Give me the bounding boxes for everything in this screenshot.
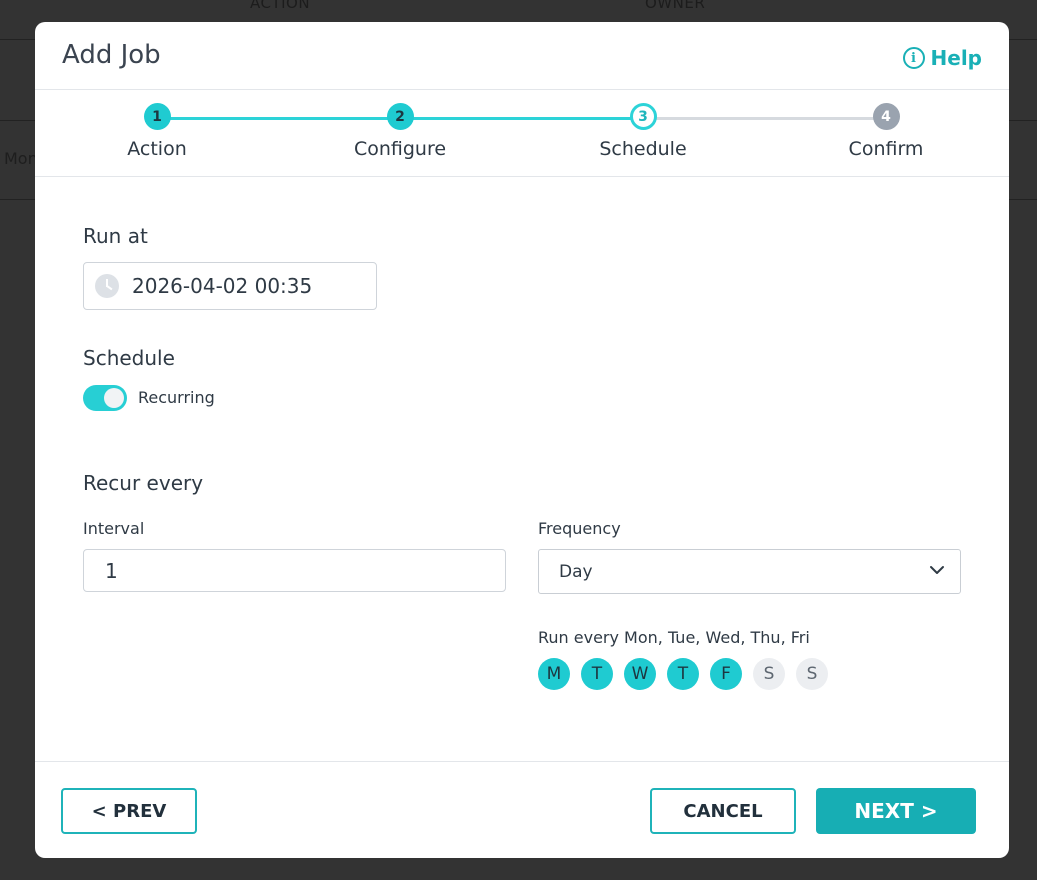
step-number: 3	[629, 103, 657, 130]
run-every-summary: Run every Mon, Tue, Wed, Thu, Fri	[538, 628, 810, 647]
recurring-toggle-label: Recurring	[138, 388, 215, 407]
day-wednesday[interactable]: W	[624, 658, 656, 690]
chevron-down-icon	[930, 566, 944, 574]
add-job-dialog: Add Job i Help 1 Action 2 Configure 3 Sc…	[35, 22, 1009, 858]
frequency-select[interactable]: Day	[538, 549, 961, 594]
step-number: 1	[143, 103, 171, 130]
frequency-value: Day	[559, 561, 593, 582]
day-monday[interactable]: M	[538, 658, 570, 690]
step-number: 2	[386, 103, 414, 130]
cancel-button[interactable]: CANCEL	[650, 788, 796, 834]
prev-button[interactable]: < PREV	[61, 788, 197, 834]
toggle-knob	[104, 388, 124, 408]
day-tuesday[interactable]: T	[581, 658, 613, 690]
dialog-header: Add Job i Help	[35, 22, 1009, 90]
dialog-title: Add Job	[62, 40, 161, 70]
step-label: Confirm	[848, 138, 924, 160]
wizard-stepper: 1 Action 2 Configure 3 Schedule 4 Confir…	[35, 90, 1009, 177]
frequency-label: Frequency	[538, 519, 621, 538]
help-link[interactable]: i Help	[902, 46, 982, 70]
schedule-label: Schedule	[83, 346, 175, 370]
step-schedule[interactable]: 3 Schedule	[563, 103, 723, 160]
next-button[interactable]: NEXT >	[816, 788, 976, 834]
step-confirm[interactable]: 4 Confirm	[806, 103, 966, 160]
step-configure[interactable]: 2 Configure	[320, 103, 480, 160]
step-action[interactable]: 1 Action	[77, 103, 237, 160]
step-label: Schedule	[599, 138, 687, 160]
dialog-footer: < PREV CANCEL NEXT >	[35, 761, 1009, 858]
day-friday[interactable]: F	[710, 658, 742, 690]
run-at-datetime-input[interactable]: 2026-04-02 00:35	[83, 262, 377, 310]
step-number: 4	[872, 103, 900, 130]
background-column-owner: OWNER	[645, 0, 706, 12]
interval-value: 1	[105, 558, 118, 583]
recurring-toggle[interactable]	[83, 385, 127, 411]
clock-icon	[95, 274, 119, 298]
recur-every-label: Recur every	[83, 471, 204, 495]
run-at-label: Run at	[83, 224, 148, 248]
step-label: Action	[127, 138, 187, 160]
info-icon: i	[902, 47, 925, 69]
step-label: Configure	[353, 138, 447, 160]
interval-input[interactable]: 1	[83, 549, 506, 592]
day-saturday[interactable]: S	[753, 658, 785, 690]
help-label: Help	[930, 46, 982, 70]
run-at-value: 2026-04-02 00:35	[132, 274, 313, 298]
interval-label: Interval	[83, 519, 145, 538]
weekday-selector: M T W T F S S	[538, 658, 828, 690]
background-column-action: ACTION	[250, 0, 311, 12]
background-row-cell: Mon	[4, 149, 38, 168]
day-sunday[interactable]: S	[796, 658, 828, 690]
day-thursday[interactable]: T	[667, 658, 699, 690]
